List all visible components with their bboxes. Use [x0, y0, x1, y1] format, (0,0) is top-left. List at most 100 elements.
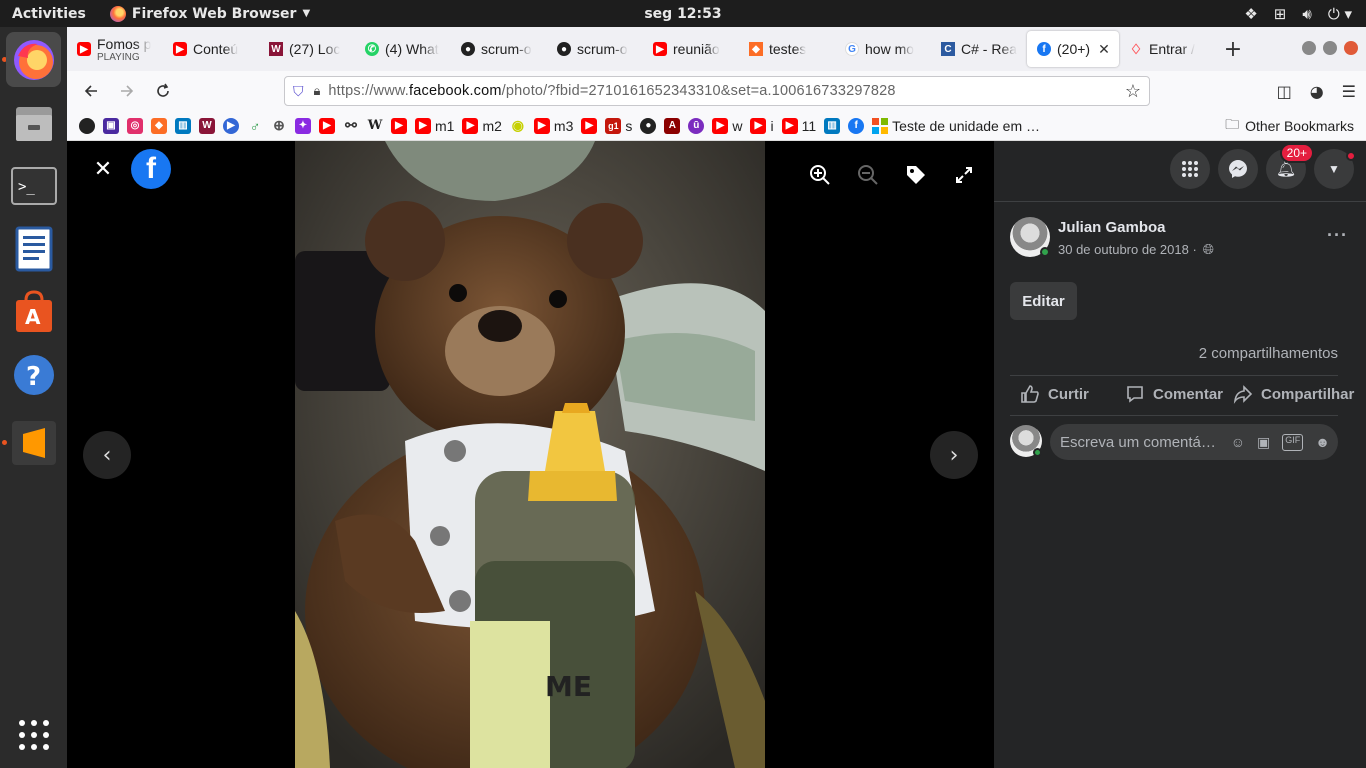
bookmark-item[interactable]: g1 s [605, 117, 632, 134]
dock-terminal[interactable]: >_ [6, 158, 61, 213]
bookmark-item[interactable]: ✦ [295, 117, 311, 134]
gif-icon[interactable]: GIF [1282, 433, 1304, 451]
activities-button[interactable]: Activities [12, 6, 86, 22]
dock-sublime-text[interactable] [6, 415, 61, 470]
dock-help[interactable]: ? [6, 347, 61, 402]
bookmark-item[interactable]: f [848, 117, 865, 134]
dock-files[interactable] [6, 95, 61, 150]
bookmark-item[interactable]: ▶ i [750, 117, 774, 134]
tab-youtube-playing[interactable]: ▶ Fomos p PLAYING [67, 31, 163, 67]
zoom-out-icon[interactable] [856, 163, 880, 187]
forward-button[interactable] [109, 75, 145, 107]
lock-icon[interactable]: 🔒︎ [314, 83, 321, 99]
close-icon[interactable]: ✕ [91, 157, 115, 182]
bookmark-item[interactable]: ū [688, 117, 705, 134]
dock-software-center[interactable]: A [6, 284, 61, 339]
tracking-shield-icon[interactable]: ⛉ [293, 83, 304, 100]
tab-google[interactable]: G how mo [835, 31, 931, 67]
like-button[interactable]: Curtir [1020, 384, 1089, 404]
author-avatar[interactable] [1010, 217, 1050, 257]
bookmark-item[interactable]: ▶ m3 [533, 117, 573, 134]
pocket-icon[interactable]: ◫ [1277, 82, 1292, 101]
dock-text-editor[interactable] [6, 221, 61, 276]
bookmark-item[interactable]: ▣ [103, 117, 119, 134]
app-menu[interactable]: Firefox Web Browser ▼ [109, 5, 310, 22]
tab-whatsapp[interactable]: ✆ (4) What [355, 31, 451, 67]
previous-photo-button[interactable]: ‹ [83, 431, 131, 479]
maximize-button[interactable] [1323, 41, 1337, 55]
tab-loc[interactable]: W (27) Loc [259, 31, 355, 67]
extensions-icon[interactable]: ◕ [1310, 82, 1324, 101]
messenger-button[interactable] [1218, 149, 1258, 189]
power-icon[interactable]: ⏻ ▾ [1328, 5, 1352, 23]
account-menu-button[interactable]: ▼ [1314, 149, 1356, 189]
tab-close-icon[interactable]: ✕ [1098, 41, 1110, 58]
tab-facebook-active[interactable]: f (20+) ✕ [1027, 31, 1119, 67]
bookmark-item[interactable]: ▶ 11 [781, 117, 816, 134]
post-date[interactable]: 30 de outubro de 2018 · [1058, 242, 1197, 257]
shares-count[interactable]: 2 compartilhamentos [1199, 345, 1338, 362]
edit-button[interactable]: Editar [1010, 282, 1077, 320]
dropbox-icon[interactable]: ❖ [1244, 5, 1257, 23]
sticker-icon[interactable]: ☻ [1315, 434, 1330, 451]
bookmark-item[interactable]: ▶ [391, 117, 407, 134]
tab-gitlab-testes[interactable]: ◆ testes [739, 31, 835, 67]
bookmark-star-icon[interactable]: ☆ [1125, 81, 1141, 102]
reload-button[interactable] [145, 75, 181, 107]
comment-input[interactable]: Escreva um comentá… ☺ ▣ GIF ☻ [1050, 424, 1338, 460]
bookmark-item[interactable]: ⊕ [271, 117, 287, 134]
tag-icon[interactable] [904, 163, 928, 187]
bookmark-item[interactable]: ▶ [581, 117, 598, 134]
volume-icon[interactable]: 🔊︎ [1302, 5, 1311, 23]
tab-github-scrum-1[interactable]: ● scrum-o [451, 31, 547, 67]
next-photo-button[interactable]: › [930, 431, 978, 479]
bookmark-item[interactable]: W [199, 117, 215, 134]
facebook-logo-icon[interactable]: f [131, 149, 171, 189]
emoji-icon[interactable]: ☺ [1231, 434, 1245, 451]
close-window-button[interactable] [1344, 41, 1358, 55]
comment-button[interactable]: Comentar [1125, 384, 1223, 404]
bookmark-item[interactable]: ◎ [127, 117, 143, 134]
tab-airbnb[interactable]: ♢ Entrar / [1119, 31, 1215, 67]
bookmark-item[interactable]: ◉ [510, 117, 526, 134]
network-icon[interactable]: ⊞ [1274, 5, 1287, 23]
bookmark-item[interactable]: ◆ [151, 117, 167, 134]
bookmark-item[interactable]: A [664, 117, 681, 134]
other-bookmarks-button[interactable]: 🗀 Other Bookmarks [1225, 114, 1354, 138]
menu-icon[interactable]: ☰ [1342, 82, 1356, 101]
dock-show-apps[interactable] [6, 707, 61, 762]
share-button[interactable]: Compartilhar [1233, 384, 1354, 404]
bookmark-item[interactable]: ▥ [824, 117, 841, 134]
bookmark-item[interactable]: ▶ m1 [415, 117, 454, 134]
notifications-button[interactable]: 🔔︎ 20+ [1266, 143, 1314, 189]
bookmark-item[interactable]: ▶ m2 [462, 117, 502, 134]
more-options-icon[interactable]: ··· [1327, 225, 1348, 246]
bookmark-item[interactable]: Teste de unidade em … [872, 117, 1040, 134]
author-name[interactable]: Julian Gamboa [1058, 219, 1166, 236]
public-globe-icon[interactable]: 🌐︎ [1203, 241, 1214, 258]
bookmark-item[interactable]: ● [640, 117, 657, 134]
tab-csharp[interactable]: C C# - Rea [931, 31, 1027, 67]
bookmark-item[interactable]: W [367, 118, 383, 134]
bookmark-item[interactable] [79, 117, 95, 134]
user-avatar[interactable] [1010, 425, 1042, 457]
zoom-in-icon[interactable] [808, 163, 832, 187]
minimize-button[interactable] [1302, 41, 1316, 55]
dock-firefox[interactable] [6, 32, 61, 87]
tab-youtube-conteudo[interactable]: ▶ Conteú [163, 31, 259, 67]
tab-github-scrum-2[interactable]: ● scrum-o [547, 31, 643, 67]
url-text[interactable]: https://www.facebook.com/photo/?fbid=271… [328, 83, 895, 99]
back-button[interactable] [73, 75, 109, 107]
bookmark-item[interactable]: ▶ [223, 117, 239, 134]
bookmark-item[interactable]: ▥ [175, 117, 191, 134]
bookmark-item[interactable]: ▶ w [712, 117, 742, 134]
bookmark-item[interactable]: ⚯ [343, 117, 359, 134]
tab-youtube-reuniao[interactable]: ▶ reunião [643, 31, 739, 67]
camera-icon[interactable]: ▣ [1257, 434, 1270, 451]
address-bar[interactable]: ⛉ 🔒︎ https://www.facebook.com/photo/?fbi… [284, 76, 1150, 106]
bookmark-item[interactable]: ♂ [247, 118, 263, 134]
bookmark-item[interactable]: ▶ [319, 117, 335, 134]
menu-grid-button[interactable] [1170, 149, 1210, 189]
new-tab-button[interactable]: + [1215, 37, 1251, 62]
fullscreen-icon[interactable] [952, 163, 976, 187]
